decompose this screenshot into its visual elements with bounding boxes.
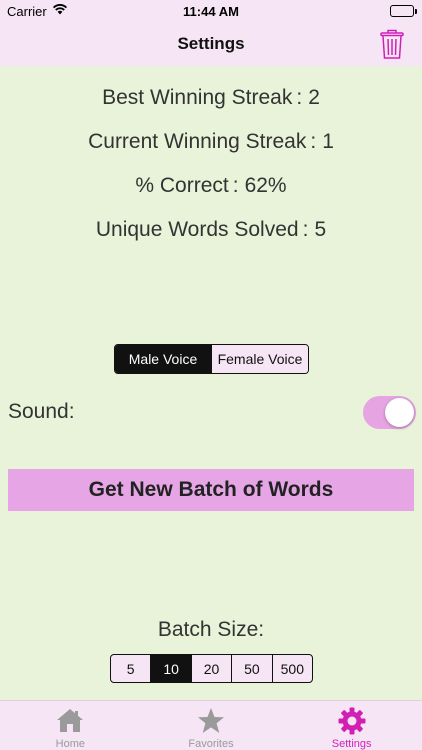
stat-percent-correct: % Correct:62% [135,174,287,197]
stat-value: 5 [314,218,327,241]
female-voice-option[interactable]: Female Voice [211,345,308,373]
stat-label: % Correct [135,174,229,197]
stat-label: Unique Words Solved [95,218,299,241]
stat-unique-words: Unique Words Solved:5 [95,218,327,241]
tab-home[interactable]: Home [0,701,141,750]
toggle-knob [385,398,414,427]
tab-bar: Home Favorites Settings [0,700,422,750]
stat-value: 62% [244,174,287,197]
sound-label: Sound: [8,400,75,423]
stat-current-streak: Current Winning Streak:1 [88,130,334,153]
stat-label: Current Winning Streak [88,130,307,153]
tab-label: Home [55,738,85,750]
sound-toggle[interactable] [363,396,416,429]
stat-value: 2 [308,86,320,109]
stat-value: 1 [322,130,334,153]
batch-size-option-500[interactable]: 500 [271,655,312,682]
batch-size-option-20[interactable]: 20 [190,655,231,682]
tab-settings[interactable]: Settings [281,701,422,750]
batch-size-option-5[interactable]: 5 [111,655,150,682]
gear-icon [338,707,366,735]
tab-label: Favorites [188,738,234,750]
nav-bar: Settings [0,22,422,66]
batch-size-option-50[interactable]: 50 [231,655,271,682]
tab-favorites[interactable]: Favorites [141,701,282,750]
batch-size-option-10[interactable]: 10 [150,655,191,682]
male-voice-option[interactable]: Male Voice [115,345,211,373]
stat-best-streak: Best Winning Streak:2 [102,86,320,109]
trash-button[interactable] [378,28,406,60]
trash-icon [380,29,404,59]
battery-icon [390,5,414,17]
stat-label: Best Winning Streak [102,86,293,109]
voice-segmented-control: Male Voice Female Voice [114,344,309,374]
status-time: 11:44 AM [183,4,239,19]
get-new-batch-button[interactable]: Get New Batch of Words [8,469,414,511]
star-icon [198,708,224,733]
batch-size-segmented-control: 5 10 20 50 500 [110,654,313,683]
house-icon [57,709,84,732]
status-bar: Carrier 11:44 AM [0,0,422,22]
page-title: Settings [177,34,245,53]
battery-tip [415,9,417,14]
batch-size-label: Batch Size: [157,618,265,641]
tab-label: Settings [331,738,372,750]
